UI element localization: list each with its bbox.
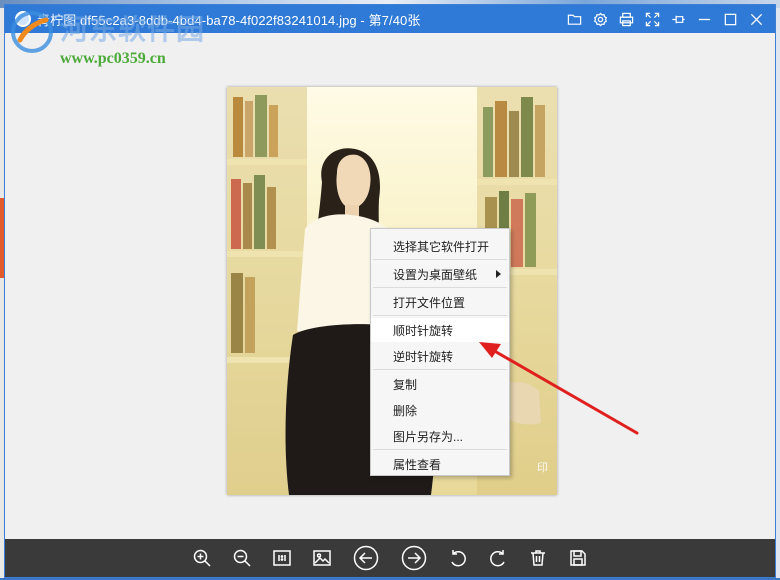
context-menu-item-copy[interactable]: 复制 (371, 372, 509, 396)
submenu-arrow-icon (496, 270, 501, 278)
context-menu-item-rotate-clockwise[interactable]: 顺时针旋转 (371, 318, 509, 342)
context-menu-item-properties[interactable]: 属性查看 (371, 452, 509, 476)
next-icon[interactable] (392, 539, 436, 577)
context-menu-item-label: 复制 (393, 377, 418, 392)
window-title: 青柠图 df55c2a3-8ddb-4bd4-ba78-4f022f832410… (37, 12, 421, 28)
title-bar[interactable]: 青柠图 df55c2a3-8ddb-4bd4-ba78-4f022f832410… (5, 5, 775, 33)
context-menu-item-label: 顺时针旋转 (393, 323, 454, 338)
context-menu-item-label: 设置为桌面壁纸 (393, 267, 478, 282)
save-icon[interactable] (560, 539, 596, 577)
delete-icon[interactable] (520, 539, 556, 577)
menu-divider (373, 287, 507, 288)
context-menu-item-set-wallpaper[interactable]: 设置为桌面壁纸 (371, 262, 509, 286)
menu-divider (373, 449, 507, 450)
fullscreen-icon[interactable] (639, 5, 665, 33)
rotate-left-icon[interactable] (440, 539, 476, 577)
bottom-toolbar (5, 539, 775, 577)
context-menu-item-label: 图片另存为... (393, 429, 464, 444)
pin-icon[interactable] (665, 5, 691, 33)
print-icon[interactable] (613, 5, 639, 33)
rotate-right-icon[interactable] (480, 539, 516, 577)
menu-divider (373, 259, 507, 260)
context-menu-item-label: 打开文件位置 (393, 295, 466, 310)
context-menu-item-rotate-counterclockwise[interactable]: 逆时针旋转 (371, 344, 509, 368)
actual-size-icon[interactable] (264, 539, 300, 577)
context-menu-item-open-with[interactable]: 选择其它软件打开 (371, 234, 509, 258)
svg-text:印: 印 (537, 461, 548, 474)
app-logo-icon (15, 11, 31, 27)
title-bar-tools (561, 5, 769, 33)
image-icon[interactable] (304, 539, 340, 577)
menu-divider (373, 369, 507, 370)
maximize-icon[interactable] (717, 5, 743, 33)
context-menu-item-open-location[interactable]: 打开文件位置 (371, 290, 509, 314)
zoom-in-icon[interactable] (184, 539, 220, 577)
image-viewer-window: 青柠图 df55c2a3-8ddb-4bd4-ba78-4f022f832410… (4, 4, 776, 578)
menu-divider (373, 315, 507, 316)
folder-icon[interactable] (561, 5, 587, 33)
context-menu-item-delete[interactable]: 删除 (371, 398, 509, 422)
minimize-icon[interactable] (691, 5, 717, 33)
previous-icon[interactable] (344, 539, 388, 577)
context-menu: 选择其它软件打开 设置为桌面壁纸 打开文件位置 顺时针旋转 逆时针旋转 复制 删… (370, 228, 510, 476)
context-menu-item-label: 删除 (393, 403, 418, 418)
close-icon[interactable] (743, 5, 769, 33)
context-menu-item-save-as[interactable]: 图片另存为... (371, 424, 509, 448)
context-menu-item-label: 逆时针旋转 (393, 349, 454, 364)
context-menu-item-label: 选择其它软件打开 (393, 239, 490, 254)
gear-icon[interactable] (587, 5, 613, 33)
context-menu-item-label: 属性查看 (393, 457, 442, 472)
zoom-out-icon[interactable] (224, 539, 260, 577)
